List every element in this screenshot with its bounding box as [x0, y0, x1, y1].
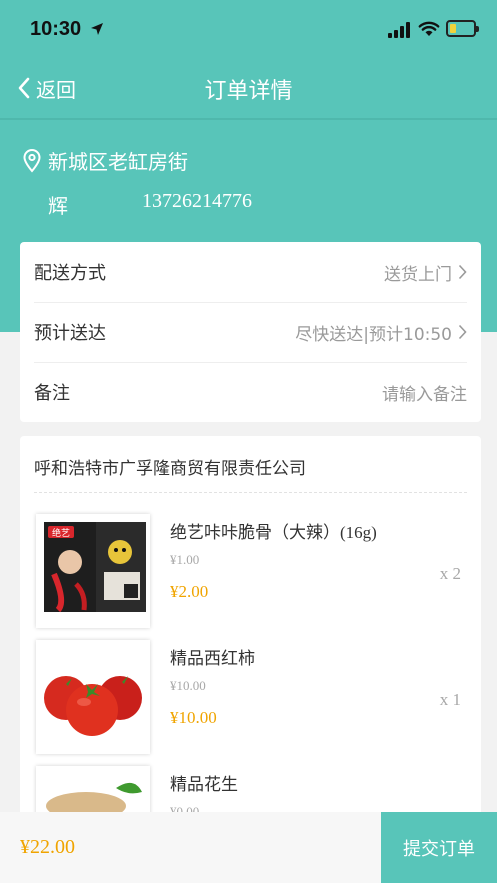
svg-text:绝艺: 绝艺	[52, 527, 70, 539]
delivery-address[interactable]: 新城区老缸房街	[22, 146, 188, 175]
eta-row[interactable]: 预计送达 尽快送达|预计10:50	[34, 302, 467, 362]
item-original-price: ¥10.00	[170, 678, 206, 693]
nav-bar: 返回 订单详情	[0, 60, 497, 116]
wifi-icon	[418, 21, 440, 36]
product-image: 绝艺	[36, 514, 150, 628]
item-price: ¥2.00	[170, 582, 209, 601]
address-text: 新城区老缸房街	[48, 150, 188, 174]
checkout-bar: ¥22.00 提交订单	[0, 812, 497, 883]
chevron-right-icon	[458, 324, 467, 340]
note-label: 备注	[34, 383, 70, 404]
location-arrow-icon	[91, 23, 103, 35]
item-price: ¥10.00	[170, 708, 217, 727]
status-bar: 10:30	[0, 0, 497, 60]
page-title: 订单详情	[204, 79, 293, 104]
nav-divider	[0, 118, 497, 120]
item-name: 精品西红柿	[170, 649, 255, 669]
cellular-signal-icon	[388, 22, 410, 38]
list-item[interactable]: 绝艺 绝艺咔咔脆骨（大辣）(16g) ¥1.00 ¥2.00 x 2	[20, 508, 481, 628]
eta-value: 尽快送达|预计10:50	[295, 324, 452, 345]
delivery-options-card: 配送方式 送货上门 预计送达 尽快送达|预计10:50 备注 请输入备注	[20, 242, 481, 422]
item-quantity: x 2	[439, 564, 461, 583]
delivery-method-row[interactable]: 配送方式 送货上门	[34, 242, 467, 302]
dashed-divider	[34, 492, 467, 493]
contact-name: 辉	[48, 194, 68, 218]
delivery-method-value: 送货上门	[384, 264, 452, 285]
list-item[interactable]: 精品西红柿 ¥10.00 ¥10.00 x 1	[20, 634, 481, 754]
note-input[interactable]: 请输入备注	[382, 380, 467, 405]
order-total: ¥22.00	[20, 836, 75, 858]
shop-name: 呼和浩特市广孚隆商贸有限责任公司	[34, 459, 306, 479]
note-row: 备注 请输入备注	[34, 362, 467, 422]
battery-icon	[446, 20, 479, 37]
product-image	[36, 640, 150, 754]
delivery-method-label: 配送方式	[34, 263, 106, 284]
location-pin-icon	[23, 148, 41, 173]
contact-phone: 13726214776	[142, 190, 252, 212]
submit-order-button[interactable]: 提交订单	[381, 812, 497, 883]
status-time: 10:30	[30, 18, 82, 40]
item-name: 绝艺咔咔脆骨（大辣）(16g)	[170, 523, 377, 543]
chevron-right-icon	[458, 264, 467, 280]
item-quantity: x 1	[439, 690, 461, 709]
item-original-price: ¥1.00	[170, 552, 200, 567]
eta-label: 预计送达	[34, 323, 106, 344]
order-items-card: 呼和浩特市广孚隆商贸有限责任公司 绝艺 绝艺咔咔脆骨（大辣）(16g) ¥1.0…	[20, 436, 481, 836]
item-name: 精品花生	[170, 775, 238, 795]
